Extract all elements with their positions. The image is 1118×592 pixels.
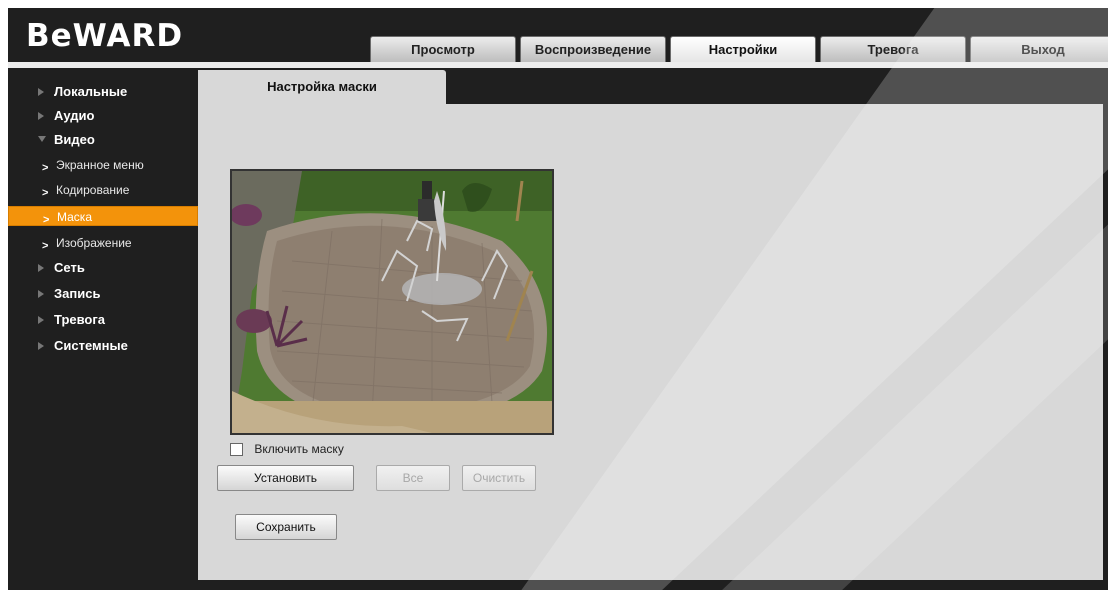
triangle-right-icon <box>38 316 44 324</box>
enable-mask-checkbox[interactable] <box>230 443 243 457</box>
clear-button[interactable]: Очистить <box>462 465 536 491</box>
sidebar-item-encoding[interactable]: > Кодирование <box>8 180 198 200</box>
set-button[interactable]: Установить <box>217 465 354 491</box>
mask-settings-tab[interactable]: Настройка маски <box>198 70 446 104</box>
sidebar-item-mask[interactable]: > Маска <box>8 206 198 226</box>
app-window: BeWARD Просмотр Воспроизведение Настройк… <box>8 8 1108 590</box>
tab-playback[interactable]: Воспроизведение <box>520 36 666 62</box>
sidebar-item-label: Маска <box>57 210 92 224</box>
triangle-right-icon <box>38 342 44 350</box>
mask-settings-panel: Включить маску Установить Все Очистить С… <box>198 104 1103 580</box>
sidebar-item-label: Локальные <box>54 84 128 99</box>
triangle-right-icon <box>38 264 44 272</box>
tab-settings[interactable]: Настройки <box>670 36 816 62</box>
triangle-right-icon <box>38 290 44 298</box>
enable-mask-row: Включить маску <box>230 439 344 459</box>
triangle-down-icon <box>38 136 46 142</box>
sidebar-item-label: Изображение <box>56 236 132 250</box>
tab-alarm[interactable]: Тревога <box>820 36 966 62</box>
sidebar-item-osd[interactable]: > Экранное меню <box>8 155 198 175</box>
sidebar-item-video[interactable]: Видео <box>8 130 198 150</box>
triangle-right-icon <box>38 112 44 120</box>
chevron-right-icon: > <box>42 187 49 199</box>
sidebar-item-label: Системные <box>54 338 128 353</box>
sidebar-item-label: Экранное меню <box>56 158 144 172</box>
sidebar-item-alarm[interactable]: Тревога <box>8 310 198 330</box>
sidebar-item-image[interactable]: > Изображение <box>8 233 198 253</box>
enable-mask-label: Включить маску <box>254 442 344 456</box>
sidebar-item-audio[interactable]: Аудио <box>8 106 198 126</box>
tab-logout[interactable]: Выход <box>970 36 1108 62</box>
sidebar-item-label: Кодирование <box>56 183 130 197</box>
patio-camera-image <box>232 171 552 433</box>
save-button[interactable]: Сохранить <box>235 514 337 540</box>
tab-view[interactable]: Просмотр <box>370 36 516 62</box>
sidebar-item-system[interactable]: Системные <box>8 336 198 356</box>
sidebar-item-label: Тревога <box>54 312 106 327</box>
all-button[interactable]: Все <box>376 465 450 491</box>
triangle-right-icon <box>38 88 44 96</box>
chevron-right-icon: > <box>42 162 49 174</box>
sidebar-item-local[interactable]: Локальные <box>8 82 198 102</box>
chevron-right-icon: > <box>42 240 49 252</box>
beward-logo: BeWARD <box>26 18 184 54</box>
sidebar-item-label: Запись <box>54 286 101 301</box>
sidebar-item-label: Видео <box>54 132 95 147</box>
sidebar-item-record[interactable]: Запись <box>8 284 198 304</box>
video-preview[interactable] <box>230 169 554 435</box>
sidebar-item-network[interactable]: Сеть <box>8 258 198 278</box>
content-area: Настройка маски Включить маску Установит… <box>198 68 1108 590</box>
sidebar: Локальные Аудио Видео > Экранное меню > … <box>8 68 198 590</box>
sidebar-item-label: Аудио <box>54 108 95 123</box>
chevron-right-icon: > <box>43 214 50 226</box>
sidebar-item-label: Сеть <box>54 260 85 275</box>
